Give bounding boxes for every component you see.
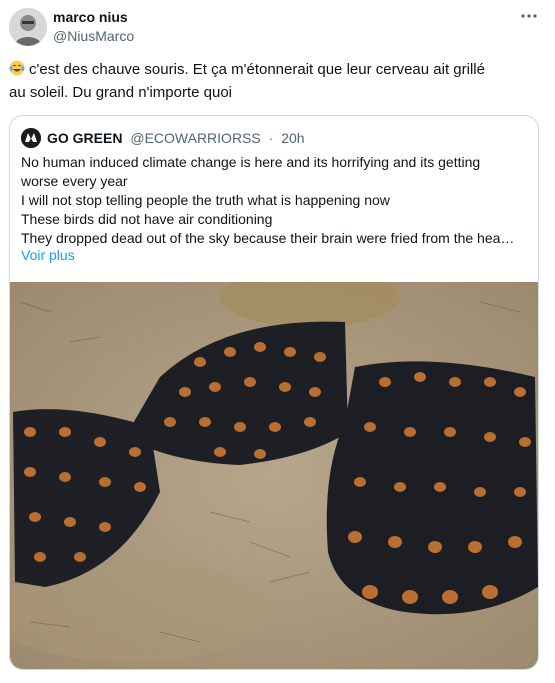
badger-logo-icon [21, 128, 41, 148]
tweet-line-1: c'est des chauve souris. Et ça m'étonner… [29, 61, 485, 78]
quoted-separator: · [268, 130, 274, 146]
quoted-line: worse every year [21, 173, 128, 189]
tweet-text: c'est des chauve souris. Et ça m'étonner… [9, 58, 539, 104]
quoted-time[interactable]: 20h [281, 130, 304, 146]
quoted-line: These birds did not have air conditionin… [21, 211, 273, 227]
tweet-card: marco nius @NiusMarco c'est des chauve s… [0, 0, 555, 683]
more-options-button[interactable] [520, 7, 538, 30]
author-handle[interactable]: @NiusMarco [53, 28, 134, 44]
photo-of-dead-bats-on-grass[interactable] [10, 282, 538, 669]
author-avatar[interactable] [9, 8, 47, 46]
face-with-tears-of-joy-icon [9, 60, 25, 76]
tweet-line-2: au soleil. Du grand n'importe quoi [9, 84, 232, 101]
quoted-line: No human induced climate change is here … [21, 154, 481, 170]
quoted-avatar[interactable] [21, 128, 41, 148]
more-dots-icon [521, 14, 537, 18]
see-more-link[interactable]: Voir plus [21, 247, 75, 263]
quoted-text: No human induced climate change is here … [21, 153, 531, 248]
quoted-line: They dropped dead out of the sky because… [21, 230, 515, 246]
tweet-line: c'est des chauve souris. Et ça m'étonner… [9, 58, 539, 81]
author-name[interactable]: marco nius [53, 9, 128, 25]
quoted-header: GO GREEN @ECOWARRIORSS · 20h [47, 130, 305, 146]
bat-cluster-right [326, 361, 538, 615]
quoted-handle[interactable]: @ECOWARRIORSS [130, 130, 260, 146]
quoted-name[interactable]: GO GREEN [47, 130, 122, 146]
quoted-tweet[interactable]: GO GREEN @ECOWARRIORSS · 20h No human in… [9, 115, 539, 670]
avatar-icon [9, 8, 47, 46]
quoted-line: I will not stop telling people the truth… [21, 192, 390, 208]
